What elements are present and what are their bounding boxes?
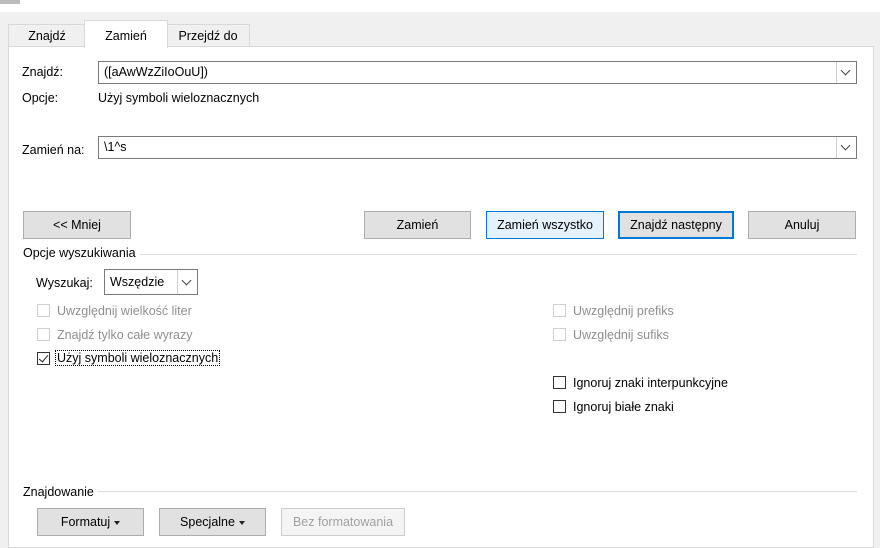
- chevron-down-icon: [181, 275, 192, 286]
- search-options-heading: Opcje wyszukiwania: [23, 246, 136, 260]
- match-case-checkbox[interactable]: [37, 304, 50, 317]
- match-prefix-checkbox[interactable]: [553, 304, 566, 317]
- find-label: Znajdź:: [22, 65, 63, 79]
- options-value: Użyj symboli wieloznacznych: [98, 91, 260, 105]
- dialog-title-remnant: [0, 0, 20, 4]
- caret-down-icon: [114, 520, 121, 525]
- cancel-button[interactable]: Anuluj: [748, 211, 856, 239]
- find-input[interactable]: ([aAwWzZiIoOuU]): [98, 61, 857, 84]
- ignore-whitespace-label: Ignoruj białe znaki: [573, 400, 674, 414]
- chevron-down-icon: [840, 65, 851, 76]
- special-button-label: Specjalne: [180, 515, 235, 529]
- wildcards-checkbox[interactable]: [37, 352, 50, 365]
- whole-words-checkbox[interactable]: [37, 328, 50, 341]
- tab-find[interactable]: Znajdź: [8, 24, 86, 47]
- search-direction-select[interactable]: Wszędzie: [104, 269, 198, 295]
- replace-button[interactable]: Zamień: [364, 211, 471, 239]
- tab-find-label: Znajdź: [28, 29, 66, 43]
- format-button-label: Formatuj: [60, 515, 111, 529]
- format-button[interactable]: Formatuj: [37, 508, 144, 536]
- special-button[interactable]: Specjalne: [159, 508, 266, 536]
- ignore-punctuation-label: Ignoruj znaki interpunkcyjne: [573, 376, 728, 390]
- caret-down-icon: [238, 520, 245, 525]
- search-direction-label: Wyszukaj:: [36, 276, 93, 290]
- find-input-value: ([aAwWzZiIoOuU]): [104, 65, 208, 79]
- match-suffix-checkbox[interactable]: [553, 328, 566, 341]
- ignore-whitespace-checkbox[interactable]: [553, 400, 566, 413]
- search-direction-dropdown-button[interactable]: [177, 270, 197, 294]
- search-direction-value: Wszędzie: [110, 275, 165, 289]
- match-prefix-label: Uwzględnij prefiks: [573, 304, 674, 318]
- tab-replace-label: Zamień: [105, 29, 147, 43]
- options-label: Opcje:: [22, 91, 59, 105]
- finding-divider: [98, 491, 857, 492]
- replace-input-value: \1^s: [104, 140, 127, 154]
- ignore-punctuation-checkbox[interactable]: [553, 376, 566, 389]
- replace-label: Zamień na:: [22, 143, 85, 157]
- find-dropdown-button[interactable]: [836, 62, 856, 83]
- less-button[interactable]: << Mniej: [23, 211, 131, 239]
- replace-dropdown-button[interactable]: [836, 137, 856, 158]
- finding-heading: Znajdowanie: [23, 485, 94, 499]
- search-options-divider: [140, 254, 857, 255]
- tab-panel: [8, 46, 874, 548]
- checkmark-icon: [38, 352, 49, 363]
- replace-all-button[interactable]: Zamień wszystko: [486, 211, 604, 239]
- tab-goto[interactable]: Przejdź do: [166, 24, 250, 47]
- tab-replace[interactable]: Zamień: [84, 20, 168, 48]
- chevron-down-icon: [840, 140, 851, 151]
- no-formatting-button[interactable]: Bez formatowania: [281, 508, 405, 536]
- match-case-label: Uwzględnij wielkość liter: [57, 304, 192, 318]
- wildcards-label: Użyj symboli wieloznacznych: [54, 350, 221, 366]
- match-suffix-label: Uwzględnij sufiks: [573, 328, 669, 342]
- tab-goto-label: Przejdź do: [178, 29, 238, 43]
- dialog-title-bar: [0, 0, 880, 12]
- whole-words-label: Znajdź tylko całe wyrazy: [57, 328, 193, 342]
- replace-input[interactable]: \1^s: [98, 136, 857, 159]
- find-next-button[interactable]: Znajdź następny: [618, 211, 734, 239]
